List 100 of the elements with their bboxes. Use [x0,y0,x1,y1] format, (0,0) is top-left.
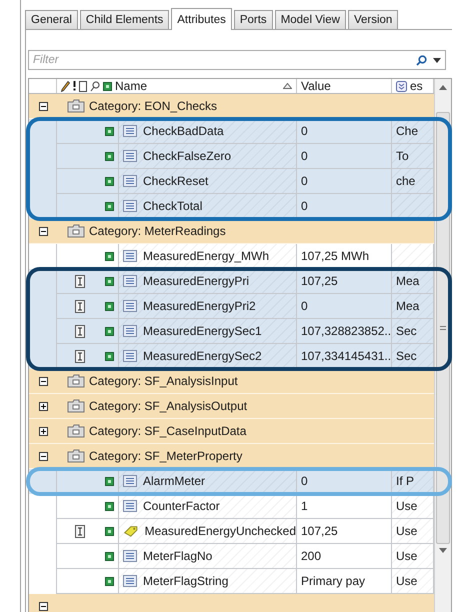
attribute-name: CheckTotal [143,199,202,213]
attribute-name: CounterFactor [143,499,220,513]
category-label: Category: EON_Checks [89,99,218,113]
tab[interactable]: Child Elements [80,10,170,29]
attribute-description: Sec [396,349,417,363]
folder-icon [67,399,85,413]
list-icon [123,125,137,137]
tab[interactable]: Model View [274,10,346,29]
exclamation-icon [73,81,76,91]
attribute-row[interactable]: CheckFalseZero 0 To [29,144,434,169]
attribute-value: 107,25 [301,524,338,538]
category-label: Category: SF_CaseInputData [89,424,246,438]
list-icon [123,350,137,362]
category-row[interactable]: Category: SF_MeterProperty [29,444,434,469]
status-square-icon [105,476,114,486]
collapse-icon[interactable] [38,102,48,110]
list-icon [123,275,137,287]
expand-icon[interactable] [38,402,48,410]
name-column-header[interactable]: Name [115,79,148,93]
filter-box[interactable]: Filter [28,50,446,70]
status-square-icon [105,152,114,160]
status-square-icon [105,526,114,536]
collapse-icon[interactable] [38,602,48,610]
attribute-row[interactable]: CheckBadData 0 Che [29,119,434,144]
list-icon [123,300,137,312]
description-column-header[interactable]: es [410,79,423,93]
status-square-icon [105,502,114,510]
attribute-name: CheckBadData [143,124,224,138]
bracket-icon [75,350,85,362]
sort-ascending-icon[interactable] [283,83,292,89]
dropdown-icon[interactable] [433,58,441,62]
collapse-icon[interactable] [38,376,48,386]
bracket-icon [75,324,85,338]
tag-icon [123,524,139,538]
tab[interactable]: General [25,10,78,29]
category-row[interactable]: Category: SF_CaseInputData [29,419,434,444]
attribute-value: 200 [301,549,322,563]
expand-icon[interactable] [38,426,48,436]
column-chooser-icon[interactable] [396,80,407,92]
category-row[interactable]: Category: SF_AnalysisInput [29,369,434,394]
tab[interactable]: Ports [234,10,273,29]
status-square-icon [105,552,114,560]
attribute-value: 107,334145431... [301,349,391,363]
search-icon[interactable] [416,54,427,66]
category-row[interactable]: Category: MeterReadings [29,219,434,244]
attribute-value: 107,25 MWh [301,249,370,263]
attribute-value: 0 [301,299,308,313]
attribute-row[interactable]: MeasuredEnergyPri 107,25 Mea [29,269,434,294]
folder-icon [67,449,85,463]
grip-icon [440,326,446,330]
list-icon [123,150,137,162]
attribute-description: Use [396,499,418,513]
list-icon [123,500,137,512]
attribute-value: 1 [301,499,308,513]
tab[interactable]: Attributes [171,8,232,30]
category-label: Category: MeterReadings [89,224,226,238]
pencil-icon [61,80,70,92]
attribute-value: 0 [301,149,308,163]
list-icon [123,575,137,587]
category-row[interactable]: Category: SF_AnalysisOutput [29,394,434,419]
status-square-icon [105,252,114,260]
attribute-row[interactable]: CheckReset 0 che [29,169,434,194]
attribute-value: 0 [301,174,308,188]
collapse-icon[interactable] [38,226,48,236]
list-icon [123,550,137,562]
folder-icon [67,224,85,238]
attribute-value: 0 [301,474,308,488]
status-square-icon [105,326,114,336]
attribute-description: Che [396,124,418,138]
list-icon [123,250,137,262]
status-square-icon [105,352,114,360]
filter-field[interactable]: Filter [33,54,410,66]
attribute-row[interactable]: MeasuredEnergySec2 107,334145431...Sec [29,344,434,369]
category-label: Category: SF_MeterProperty [89,449,242,463]
attribute-name: MeterFlagString [143,574,228,588]
attribute-name: CheckReset [143,174,208,188]
list-icon [123,475,137,487]
attribute-name: MeasuredEnergy_MWh [143,249,270,263]
attribute-description: Sec [396,324,417,338]
attribute-name: MeasuredEnergySec1 [143,324,262,338]
list-icon [123,325,137,337]
attribute-row[interactable]: CheckTotal 0 [29,194,434,219]
scroll-down-icon[interactable] [439,548,447,553]
status-square-icon [105,202,114,210]
scroll-up-icon[interactable] [439,85,447,90]
scrollbar[interactable] [434,79,451,612]
attribute-value: 107,25 [301,274,338,288]
collapse-icon[interactable] [38,452,48,460]
attribute-row[interactable]: MeasuredEnergySec1 107,328823852...Sec [29,319,434,344]
tab[interactable]: Version [348,10,398,29]
value-column-header[interactable]: Value [301,79,331,93]
attribute-value: 0 [301,124,308,138]
attribute-row[interactable]: MeasuredEnergyPri2 0 Mea [29,294,434,319]
attribute-description: Use [396,574,418,588]
folder-icon [67,424,85,438]
attribute-value: Primary pay [301,574,366,588]
status-square-icon [105,576,114,586]
attribute-description: Use [396,524,418,538]
attribute-name: MeasuredEnergyPri [143,274,250,288]
category-row[interactable]: Category: EON_Checks [29,94,434,119]
